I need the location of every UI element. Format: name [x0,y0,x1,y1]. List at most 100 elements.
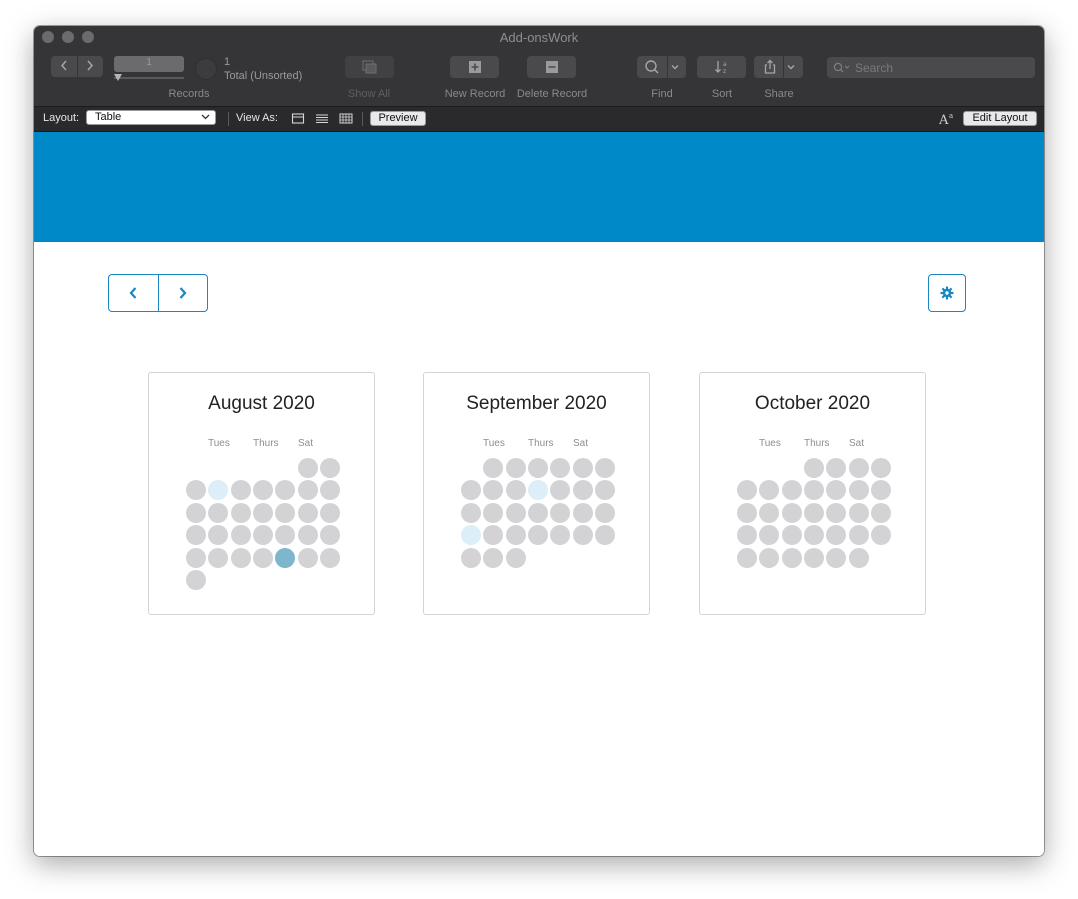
calendar-day[interactable] [550,502,571,523]
calendar-day[interactable] [252,525,273,546]
calendar-day[interactable] [527,458,548,478]
calendar-day[interactable] [505,480,526,501]
next-month-button[interactable] [157,275,208,311]
calendar-day[interactable] [870,525,891,546]
calendar-day[interactable] [572,502,593,523]
calendar-day[interactable] [848,458,869,478]
calendar-day[interactable] [572,525,593,546]
calendar-day[interactable] [186,502,206,523]
calendar-day[interactable] [870,502,891,523]
find-button[interactable] [637,56,686,78]
calendar-day[interactable] [826,547,847,568]
calendar-day[interactable] [594,525,615,546]
calendar-day[interactable] [826,458,847,478]
next-record-button[interactable] [78,56,104,77]
calendar-day[interactable] [505,547,526,568]
calendar-day[interactable] [483,502,504,523]
calendar-day[interactable] [230,480,251,501]
search-input[interactable] [855,60,1025,75]
calendar-day[interactable] [319,480,340,501]
calendar-day[interactable] [483,547,504,568]
calendar-day[interactable] [461,480,481,501]
calendar-day[interactable] [230,502,251,523]
delete-record-button[interactable] [527,56,576,78]
calendar-day[interactable] [848,480,869,501]
calendar-day[interactable] [186,525,206,546]
calendar-day[interactable] [527,480,548,501]
calendar-day[interactable] [759,502,780,523]
text-formatting-icon[interactable]: Aa [939,111,955,126]
calendar-day[interactable] [737,547,757,568]
calendar-day[interactable] [186,480,206,501]
calendar-day[interactable] [803,480,824,501]
calendar-day[interactable] [803,547,824,568]
calendar-day[interactable] [461,525,481,546]
calendar-day[interactable] [319,547,340,568]
calendar-day[interactable] [319,502,340,523]
calendar-day[interactable] [826,480,847,501]
calendar-day[interactable] [848,525,869,546]
calendar-day[interactable] [781,547,802,568]
calendar-day[interactable] [737,502,757,523]
calendar-day[interactable] [505,502,526,523]
calendar-day[interactable] [461,502,481,523]
calendar-day[interactable] [527,525,548,546]
calendar-day[interactable] [781,502,802,523]
calendar-day[interactable] [848,547,869,568]
form-view-icon[interactable] [291,112,305,125]
sort-button[interactable]: az [697,56,746,78]
calendar-day[interactable] [186,547,206,568]
calendar-day[interactable] [297,502,318,523]
calendar-day[interactable] [594,502,615,523]
calendar-day[interactable] [594,480,615,501]
calendar-day[interactable] [505,525,526,546]
calendar-day[interactable] [826,525,847,546]
calendar-day[interactable] [848,502,869,523]
previous-month-button[interactable] [109,275,158,311]
calendar-day[interactable] [759,525,780,546]
preview-button[interactable]: Preview [370,111,426,126]
calendar-day[interactable] [483,458,504,478]
search-box[interactable] [827,57,1035,78]
calendar-day[interactable] [252,547,273,568]
calendar-day[interactable] [803,525,824,546]
calendar-day[interactable] [297,480,318,501]
calendar-day[interactable] [759,547,780,568]
calendar-day[interactable] [803,458,824,478]
calendar-day[interactable] [275,547,296,568]
list-view-icon[interactable] [315,112,329,125]
current-record-field[interactable]: 1 [114,56,184,72]
show-all-button[interactable] [345,56,394,78]
table-view-icon[interactable] [339,112,353,125]
calendar-day[interactable] [319,458,340,478]
calendar-day[interactable] [505,458,526,478]
layout-select[interactable]: Table [86,110,216,125]
calendar-day[interactable] [186,570,206,590]
calendar-day[interactable] [297,547,318,568]
calendar-day[interactable] [230,547,251,568]
calendar-day[interactable] [252,480,273,501]
calendar-day[interactable] [550,525,571,546]
previous-record-button[interactable] [51,56,77,77]
calendar-day[interactable] [297,458,318,478]
calendar-day[interactable] [230,525,251,546]
calendar-day[interactable] [527,502,548,523]
calendar-day[interactable] [483,525,504,546]
calendar-day[interactable] [594,458,615,478]
calendar-day[interactable] [208,502,229,523]
calendar-day[interactable] [461,547,481,568]
calendar-day[interactable] [572,480,593,501]
settings-button[interactable] [928,274,966,312]
calendar-day[interactable] [208,547,229,568]
record-slider[interactable] [114,77,184,79]
calendar-day[interactable] [275,480,296,501]
calendar-day[interactable] [572,458,593,478]
calendar-day[interactable] [550,458,571,478]
record-slider-handle[interactable] [114,74,122,81]
calendar-day[interactable] [781,480,802,501]
calendar-day[interactable] [803,502,824,523]
calendar-day[interactable] [275,502,296,523]
calendar-day[interactable] [737,480,757,501]
calendar-day[interactable] [759,480,780,501]
calendar-day[interactable] [252,502,273,523]
